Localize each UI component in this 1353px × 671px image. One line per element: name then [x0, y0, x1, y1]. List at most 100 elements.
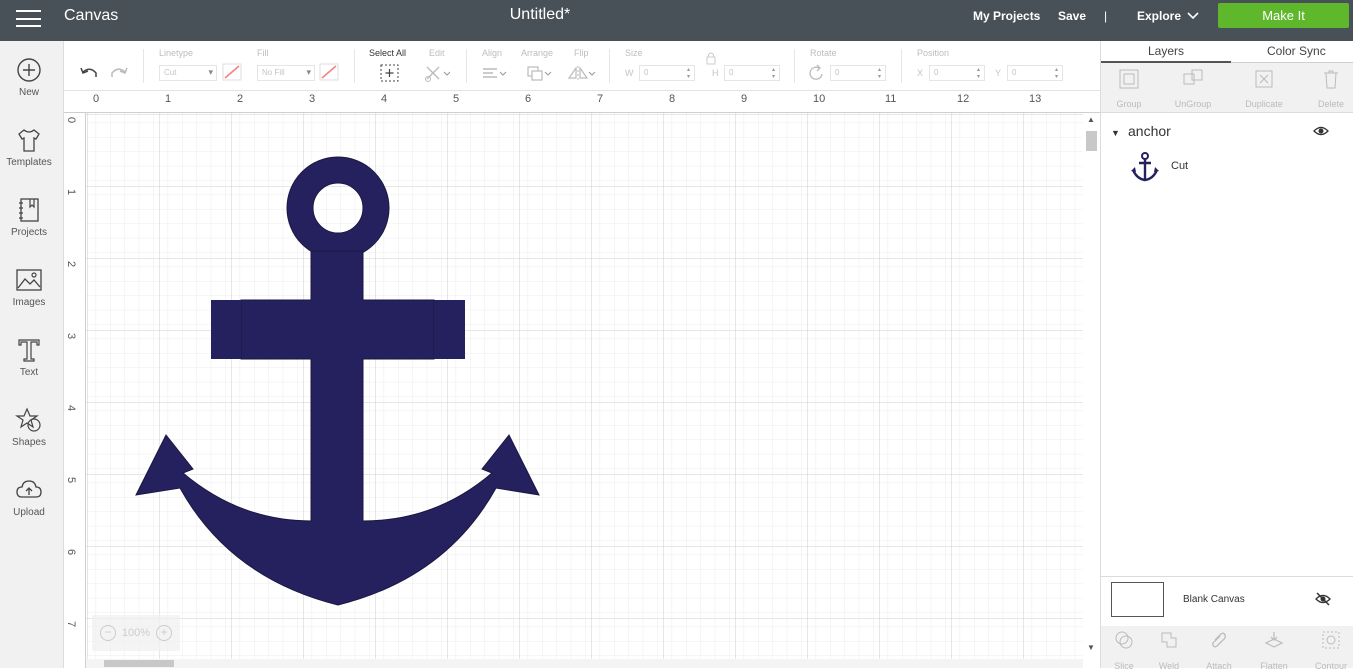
scroll-down-icon[interactable]: ▼ [1087, 643, 1095, 652]
sidebar-item-label: Upload [13, 507, 45, 518]
sidebar-item-text[interactable]: Text [0, 336, 58, 394]
layer-group-anchor[interactable]: ▼ anchor [1101, 123, 1353, 147]
duplicate-label: Duplicate [1245, 99, 1283, 109]
toolbar-separator [794, 49, 795, 83]
ungroup-button[interactable]: UnGroup [1163, 68, 1223, 109]
height-input[interactable]: 0 [724, 65, 780, 81]
ruler-tick-label: 4 [65, 405, 77, 412]
sidebar-item-shapes[interactable]: Shapes [0, 406, 58, 464]
edit-scissors-icon[interactable] [424, 63, 450, 83]
attach-button[interactable]: Attach [1194, 630, 1244, 671]
width-label: W [625, 68, 634, 78]
toolbar-separator [901, 49, 902, 83]
group-button[interactable]: Group [1099, 68, 1159, 109]
edit-label: Edit [429, 48, 445, 58]
ruler-tick-label: 6 [525, 93, 532, 105]
duplicate-button[interactable]: Duplicate [1234, 68, 1294, 109]
flip-label: Flip [574, 48, 589, 58]
delete-button[interactable]: Delete [1301, 68, 1353, 109]
sidebar-item-label: Text [19, 367, 39, 378]
machine-select-label: Explore [1137, 9, 1182, 23]
ruler-tick-label: 2 [237, 93, 244, 105]
eye-icon[interactable] [1313, 123, 1329, 139]
sidebar-item-upload[interactable]: Upload [0, 476, 58, 534]
rotate-input[interactable]: 0 [830, 65, 886, 81]
zoom-control: − 100% + [92, 615, 180, 651]
zoom-level: 100% [121, 627, 151, 639]
top-bar: Canvas Untitled* My Projects Save | Expl… [0, 0, 1353, 41]
trash-icon [1324, 70, 1338, 89]
ruler-tick-label: 11 [885, 93, 897, 105]
align-icon[interactable] [480, 63, 508, 83]
ruler-left: 0 1 2 3 4 5 6 7 [64, 113, 86, 668]
layer-operation: Cut [1171, 160, 1189, 172]
sidebar-item-label: Images [12, 297, 46, 308]
rotate-label: Rotate [810, 48, 837, 58]
collapse-icon[interactable]: ▼ [1111, 128, 1120, 138]
tab-layers[interactable]: Layers [1148, 44, 1184, 58]
toolbar-separator [466, 49, 467, 83]
blank-canvas-label: Blank Canvas [1183, 594, 1245, 605]
ruler-tick-label: 8 [669, 93, 676, 105]
blank-canvas-swatch[interactable] [1111, 582, 1164, 617]
slice-button[interactable]: Slice [1099, 630, 1149, 671]
flatten-icon [1264, 632, 1284, 648]
zoom-in-button[interactable]: + [156, 625, 173, 641]
blank-canvas-row[interactable]: Blank Canvas [1101, 576, 1353, 626]
contour-button[interactable]: Contour [1306, 630, 1353, 671]
layer-item-anchor[interactable]: Cut [1129, 151, 1329, 185]
sidebar-item-images[interactable]: Images [0, 266, 58, 324]
weld-button[interactable]: Weld [1144, 630, 1194, 671]
ungroup-label: UnGroup [1174, 99, 1212, 109]
x-input[interactable]: 0 [929, 65, 985, 81]
y-input[interactable]: 0 [1007, 65, 1063, 81]
save-button[interactable]: Save [1058, 9, 1086, 23]
sidebar-item-new[interactable]: New [0, 56, 58, 114]
group-label: Group [1116, 99, 1142, 109]
slice-icon [1115, 631, 1133, 649]
linetype-color-swatch-icon[interactable] [222, 63, 242, 81]
horizontal-scroll-thumb[interactable] [104, 660, 174, 667]
flip-icon[interactable] [567, 63, 597, 83]
make-it-button[interactable]: Make It [1218, 3, 1349, 28]
topbar-divider: | [1104, 9, 1108, 23]
chevron-down-icon [1187, 12, 1199, 20]
arrange-icon[interactable] [525, 63, 553, 83]
anchor-design[interactable] [64, 91, 1100, 668]
fill-select[interactable]: No Fill [257, 65, 315, 81]
machine-select[interactable]: Explore [1137, 9, 1199, 23]
ruler-tick-label: 1 [65, 189, 77, 196]
ruler-tick-label: 1 [165, 93, 172, 105]
design-canvas[interactable]: 0 1 2 3 4 5 6 7 8 9 10 11 12 13 0 1 2 3 … [64, 91, 1100, 668]
sidebar-item-label: Projects [10, 227, 48, 238]
flatten-label: Flatten [1260, 661, 1288, 671]
sidebar-item-templates[interactable]: Templates [0, 126, 58, 184]
y-label: Y [995, 68, 1002, 78]
zoom-out-button[interactable]: − [99, 625, 116, 641]
vertical-scroll-thumb[interactable] [1086, 131, 1097, 151]
linetype-label: Linetype [159, 48, 194, 58]
flatten-button[interactable]: Flatten [1249, 630, 1299, 671]
eye-hidden-icon[interactable] [1315, 591, 1331, 607]
tab-color-sync[interactable]: Color Sync [1267, 44, 1326, 58]
linetype-select[interactable]: Cut [159, 65, 217, 81]
sidebar-item-projects[interactable]: Projects [0, 196, 58, 254]
group-icon [1119, 69, 1139, 89]
ruler-tick-label: 3 [65, 333, 77, 340]
ruler-tick-label: 10 [813, 93, 826, 105]
paperclip-icon [1212, 632, 1226, 648]
my-projects-link[interactable]: My Projects [973, 9, 1040, 23]
redo-icon[interactable] [108, 63, 130, 83]
ruler-tick-label: 9 [741, 93, 748, 105]
vertical-scrollbar[interactable]: ▲ ▼ [1083, 113, 1100, 668]
scroll-up-icon[interactable]: ▲ [1087, 115, 1095, 124]
lock-icon[interactable] [704, 51, 718, 65]
horizontal-scrollbar[interactable] [86, 659, 1083, 668]
contour-label: Contour [1314, 661, 1348, 671]
bottom-tools: Slice Weld Attach Flatten Contour [1099, 626, 1353, 671]
fill-label: Fill [257, 48, 269, 58]
select-all-icon[interactable] [379, 63, 401, 83]
undo-icon[interactable] [78, 63, 100, 83]
fill-color-swatch-icon[interactable] [319, 63, 339, 81]
width-input[interactable]: 0 [639, 65, 695, 81]
